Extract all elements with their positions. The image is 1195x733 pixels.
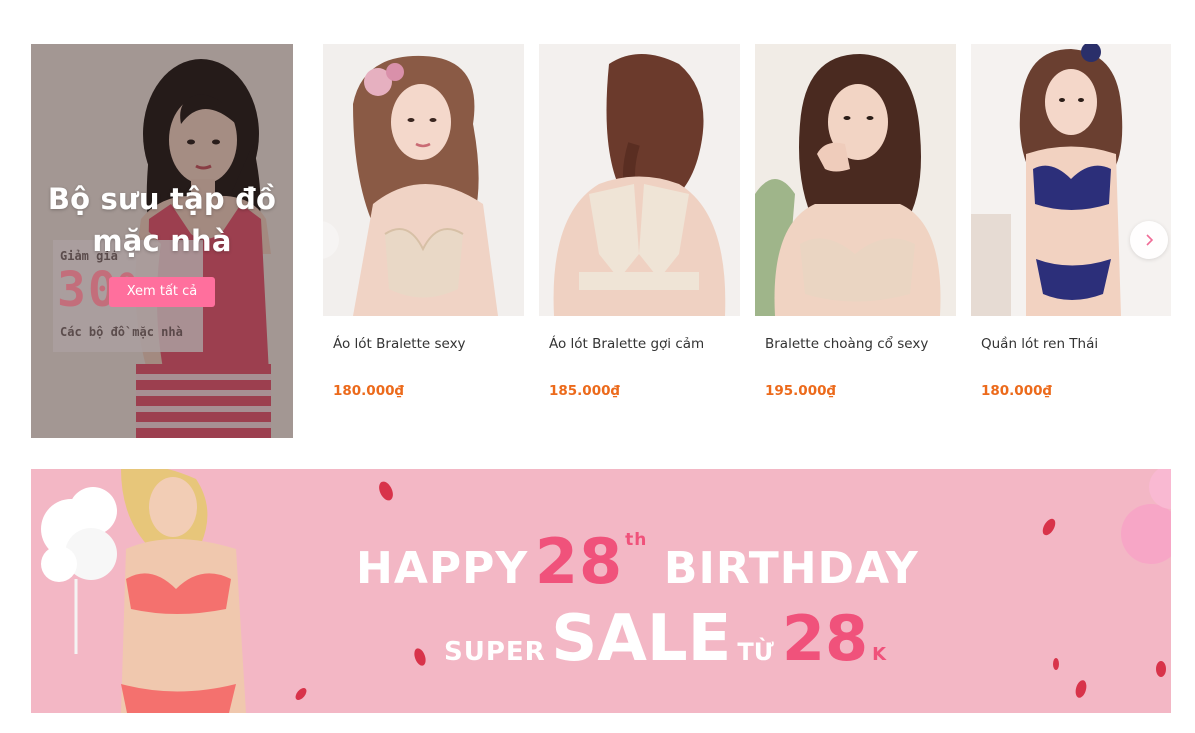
product-photo-navy-lace-set[interactable] [971, 44, 1171, 316]
sale-happy-text: HAPPY [356, 543, 529, 594]
product-name[interactable]: Bralette choàng cổ sexy [765, 336, 955, 352]
sale-subheadline: SUPER SALE TỪ 28 K [444, 602, 886, 676]
sale-headline: HAPPY 28th BIRTHDAY [356, 525, 919, 598]
product-name[interactable]: Áo lót Bralette gợi cảm [549, 336, 739, 352]
sale-ordinal: th [625, 530, 648, 550]
birthday-sale-banner[interactable]: HAPPY 28th BIRTHDAY SUPER SALE TỪ 28 K [31, 469, 1171, 713]
sale-from-text: TỪ [737, 638, 774, 666]
product-price: 180.000₫ [333, 383, 404, 399]
sale-sale-text: SALE [551, 602, 732, 676]
product-name[interactable]: Quần lót ren Thái [981, 336, 1171, 352]
chevron-left-icon [323, 233, 327, 247]
collection-banner[interactable]: Giảm giá 30% Các bộ đồ mặc nhà Bộ sưu tậ… [31, 44, 293, 438]
sale-amount: 28 [781, 602, 869, 675]
sale-unit: K [872, 644, 887, 665]
sale-super-text: SUPER [444, 637, 546, 667]
product-photo-lace-back-bralette[interactable] [539, 44, 740, 316]
sale-birthday-text: BIRTHDAY [663, 543, 919, 594]
product-price: 185.000₫ [549, 383, 620, 399]
carousel-next-button[interactable] [1130, 221, 1168, 259]
collection-title: Bộ sưu tập đồ mặc nhà [47, 182, 277, 258]
product-price: 180.000₫ [981, 383, 1052, 399]
view-all-button[interactable]: Xem tất cả [109, 277, 215, 307]
product-photo-lace-bralette[interactable] [323, 44, 524, 316]
product-card[interactable]: Áo lót Bralette sexy 180.000₫ [323, 44, 524, 438]
product-card[interactable]: Bralette choàng cổ sexy 195.000₫ [755, 44, 956, 438]
product-card[interactable]: Áo lót Bralette gợi cảm 185.000₫ [539, 44, 740, 438]
product-carousel: Áo lót Bralette sexy 180.000₫ Áo lót Bra… [323, 44, 1171, 438]
product-price: 195.000₫ [765, 383, 836, 399]
chevron-right-icon [1146, 234, 1154, 246]
sale-anniversary-number: 28 [534, 525, 624, 598]
product-name[interactable]: Áo lót Bralette sexy [333, 336, 523, 352]
promo-discount-subtitle: Các bộ đồ mặc nhà [60, 325, 183, 339]
product-photo-halter-bralette[interactable] [755, 44, 956, 316]
